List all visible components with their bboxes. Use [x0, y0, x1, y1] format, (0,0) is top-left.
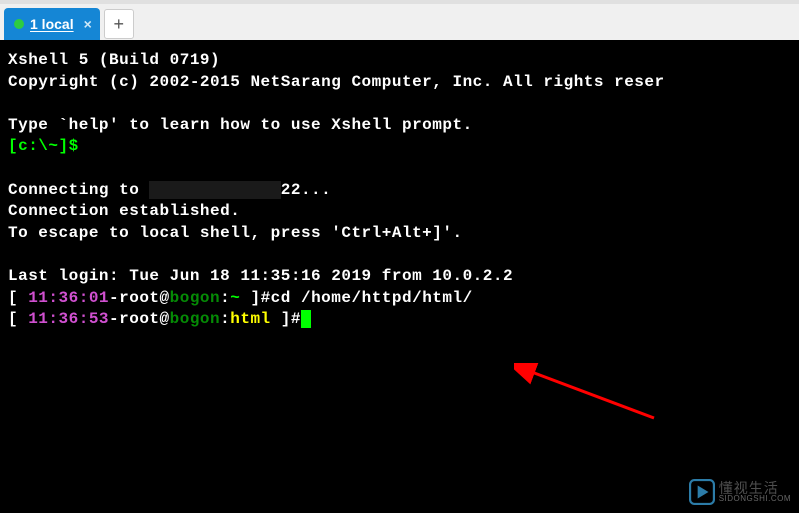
- terminal-wrapper: Xshell 5 (Build 0719) Copyright (c) 2002…: [0, 40, 799, 513]
- watermark-url: SIDONGSHI.COM: [719, 495, 791, 503]
- tab-local[interactable]: 1 local ×: [4, 8, 100, 40]
- local-prompt: [c:\~]$: [8, 137, 79, 155]
- terminal[interactable]: Xshell 5 (Build 0719) Copyright (c) 2002…: [0, 40, 799, 513]
- new-tab-button[interactable]: +: [104, 9, 134, 39]
- status-dot-icon: [14, 19, 24, 29]
- redacted-ip: [149, 181, 280, 199]
- escape-line: To escape to local shell, press 'Ctrl+Al…: [8, 224, 463, 242]
- tab-label: 1 local: [30, 16, 74, 32]
- help-line: Type `help' to learn how to use Xshell p…: [8, 116, 473, 134]
- banner-line: Xshell 5 (Build 0719): [8, 51, 220, 69]
- copyright-line: Copyright (c) 2002-2015 NetSarang Comput…: [8, 73, 665, 91]
- tab-bar: 1 local × +: [0, 0, 799, 40]
- app-window: 1 local × + Xshell 5 (Build 0719) Copyri…: [0, 0, 799, 513]
- connecting-line: Connecting to 22...: [8, 181, 331, 199]
- cursor-icon: [301, 310, 311, 328]
- watermark-text: 懂视生活: [719, 481, 791, 495]
- play-logo-icon: [689, 479, 715, 505]
- cd-command: cd /home/httpd/html/: [271, 289, 473, 307]
- prompt-line-2: [ 11:36:53-root@bogon:html ]#: [8, 310, 311, 328]
- established-line: Connection established.: [8, 202, 240, 220]
- last-login-line: Last login: Tue Jun 18 11:35:16 2019 fro…: [8, 267, 513, 285]
- close-icon[interactable]: ×: [84, 16, 92, 32]
- prompt-line-1: [ 11:36:01-root@bogon:~ ]#cd /home/httpd…: [8, 289, 473, 307]
- watermark: 懂视生活 SIDONGSHI.COM: [689, 479, 791, 505]
